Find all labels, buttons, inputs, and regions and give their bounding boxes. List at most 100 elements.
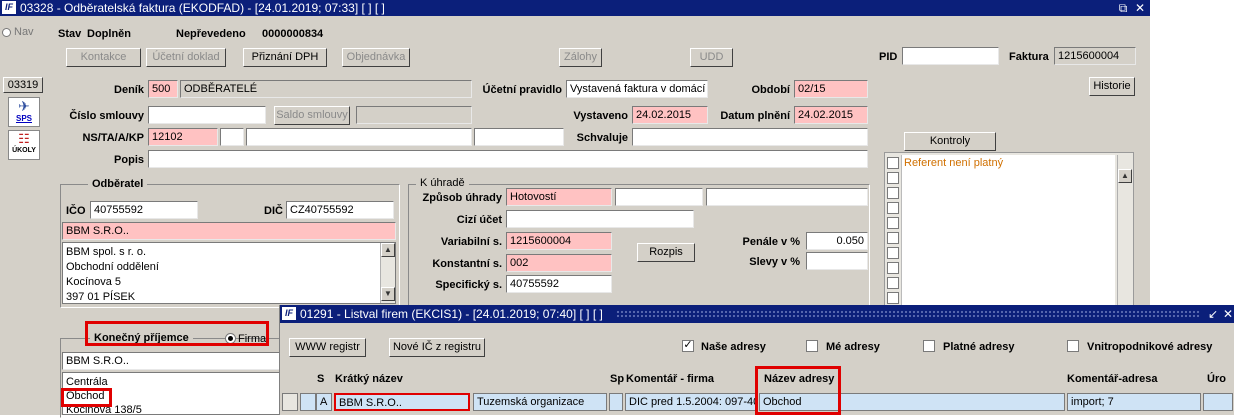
kontroly-checkbox[interactable] [887, 292, 899, 304]
col-header-uro[interactable]: Úro [1207, 373, 1226, 385]
nase-adresy-checkbox[interactable]: ✓ [682, 340, 694, 352]
penale-input[interactable]: 0.050 [806, 232, 868, 250]
restore-icon[interactable]: ⧉ [1116, 0, 1130, 16]
objednavka-button[interactable]: Objednávka [342, 48, 410, 67]
kontroly-scrollbar[interactable]: ▲ [1117, 155, 1132, 305]
highlight-frame [755, 366, 841, 415]
priznani-dph-button[interactable]: Přiznání DPH [243, 48, 327, 67]
rozpis-button[interactable]: Rozpis [637, 243, 695, 262]
platne-adresy-checkbox[interactable] [923, 340, 935, 352]
cizi-ucet-input[interactable] [506, 210, 694, 228]
kontroly-checkbox[interactable] [887, 157, 899, 169]
ucetni-doklad-button[interactable]: Účetní doklad [146, 48, 226, 67]
address-box[interactable]: BBM spol. s r. o. Obchodní oddělení Kocí… [62, 242, 396, 304]
window-title: 03328 - Odběratelská faktura (EKODFAD) -… [20, 1, 385, 15]
vystaveno-input[interactable]: 24.02.2015 [632, 106, 708, 124]
close-icon[interactable]: ✕ [1133, 0, 1147, 16]
kontroly-checkbox[interactable] [887, 202, 899, 214]
schvaluje-label: Schvaluje [576, 132, 628, 144]
schvaluje-input[interactable] [632, 128, 868, 146]
main-title-bar: IF 03328 - Odběratelská faktura (EKODFAD… [0, 0, 1150, 16]
row-cell-komentar-adresa[interactable]: import; 7 [1067, 393, 1201, 411]
row-cell-blank[interactable] [300, 393, 316, 411]
neprevedeno-value: 0000000834 [262, 28, 324, 40]
specificky-input[interactable]: 40755592 [506, 275, 612, 293]
www-registr-button[interactable]: WWW registr [289, 338, 366, 357]
row-cell-uro[interactable] [1203, 393, 1233, 411]
highlight-frame [61, 388, 112, 407]
obdobi-label: Období [751, 84, 791, 96]
row-selector[interactable] [282, 393, 298, 411]
faktura-label: Faktura [1009, 51, 1049, 63]
denik-code-input[interactable]: 500 [148, 80, 178, 98]
col-header-sp[interactable]: Sp [610, 373, 624, 385]
scroll-up-icon[interactable]: ▲ [381, 243, 395, 257]
prijemce-name-input[interactable]: BBM S.R.O.. [62, 352, 282, 370]
row-cell-sp[interactable] [609, 393, 623, 411]
highlight-frame [85, 321, 269, 346]
kontroly-checkbox[interactable] [887, 217, 899, 229]
ico-input[interactable]: 40755592 [90, 201, 198, 219]
cislo-smlouvy-input[interactable] [148, 106, 266, 124]
kontroly-checkbox[interactable] [887, 262, 899, 274]
obdobi-input[interactable]: 02/15 [794, 80, 868, 98]
udd-button[interactable]: UDD [690, 48, 733, 67]
col-header-s[interactable]: S [317, 373, 324, 385]
historie-button[interactable]: Historie [1089, 77, 1135, 96]
sps-icon[interactable]: ✈ SPS [8, 97, 40, 127]
kontroly-button[interactable]: Kontroly [904, 132, 996, 151]
zpusob-extra-input[interactable] [615, 188, 703, 206]
konstantni-input[interactable]: 002 [506, 254, 612, 272]
nav-radio[interactable] [2, 28, 11, 37]
zalohy-button[interactable]: Zálohy [559, 48, 602, 67]
pid-label: PID [879, 51, 898, 63]
nove-ic-button[interactable]: Nové IČ z registru [389, 338, 485, 357]
vnitropodnikove-adresy-label: Vnitropodnikové adresy [1087, 341, 1213, 353]
datum-plneni-input[interactable]: 24.02.2015 [794, 106, 868, 124]
close-icon[interactable]: ✕ [1221, 305, 1234, 323]
slevy-input[interactable] [806, 252, 868, 270]
pid-input[interactable] [902, 47, 999, 65]
zpusob-uhrady-input[interactable]: Hotovostí [506, 188, 612, 206]
a-input[interactable] [246, 128, 472, 146]
kontroly-item[interactable]: Referent není platný [904, 157, 1113, 169]
row-cell-kratky-nazev[interactable]: BBM S.R.O.. [334, 393, 470, 411]
kontroly-checkbox[interactable] [887, 247, 899, 259]
col-header-komentar-adresa[interactable]: Komentář-adresa [1067, 373, 1157, 385]
dic-input[interactable]: CZ40755592 [286, 201, 394, 219]
ta-input[interactable] [220, 128, 244, 146]
me-adresy-checkbox[interactable] [806, 340, 818, 352]
zpusob-extra2-input[interactable] [706, 188, 868, 206]
ucetni-pravidlo-input[interactable]: Vystavená faktura v domácí [566, 80, 708, 98]
window-id-tab[interactable]: 03319 [3, 77, 43, 93]
ukoly-icon[interactable]: ☷ ÚKOLY [8, 130, 40, 160]
ukoly-label: ÚKOLY [12, 147, 36, 154]
kontroly-checkbox[interactable] [887, 187, 899, 199]
col-header-kratky-nazev[interactable]: Krátký název [335, 373, 403, 385]
saldo-smlouvy-button[interactable]: Saldo smlouvy [274, 106, 350, 125]
list-item[interactable]: Centrála [66, 375, 278, 389]
ucetni-pravidlo-label: Účetní pravidlo [482, 84, 562, 96]
scroll-down-icon[interactable]: ▼ [381, 287, 395, 301]
popis-input[interactable] [148, 150, 868, 168]
minimize-icon[interactable]: ↙ [1206, 305, 1220, 323]
vnitropodnikove-adresy-checkbox[interactable] [1067, 340, 1079, 352]
kontroly-checkbox[interactable] [887, 277, 899, 289]
kontroly-checkbox[interactable] [887, 232, 899, 244]
col-header-komentar-firma[interactable]: Komentář - firma [626, 373, 714, 385]
address-line: Obchodní oddělení [66, 261, 159, 273]
address-scrollbar[interactable]: ▲ ▼ [380, 243, 395, 303]
slevy-label: Slevy v % [749, 256, 800, 268]
ns-input[interactable]: 12102 [148, 128, 218, 146]
kontroly-checkbox[interactable] [887, 172, 899, 184]
row-cell-organizace[interactable]: Tuzemská organizace [473, 393, 607, 411]
kontakce-button[interactable]: Kontakce [66, 48, 141, 67]
row-cell-komentar-firma[interactable]: DIC pred 1.5.2004: 097-40 [625, 393, 757, 411]
scroll-up-icon[interactable]: ▲ [1118, 169, 1132, 183]
cislo-smlouvy-label: Číslo smlouvy [69, 110, 144, 122]
ns-label: NS/TA/A/KP [82, 132, 144, 144]
variabilni-input[interactable]: 1215600004 [506, 232, 612, 250]
konstantni-label: Konstantní s. [432, 258, 502, 270]
odberatel-name-input[interactable]: BBM S.R.O.. [62, 222, 396, 240]
row-cell-s[interactable]: A [316, 393, 332, 411]
